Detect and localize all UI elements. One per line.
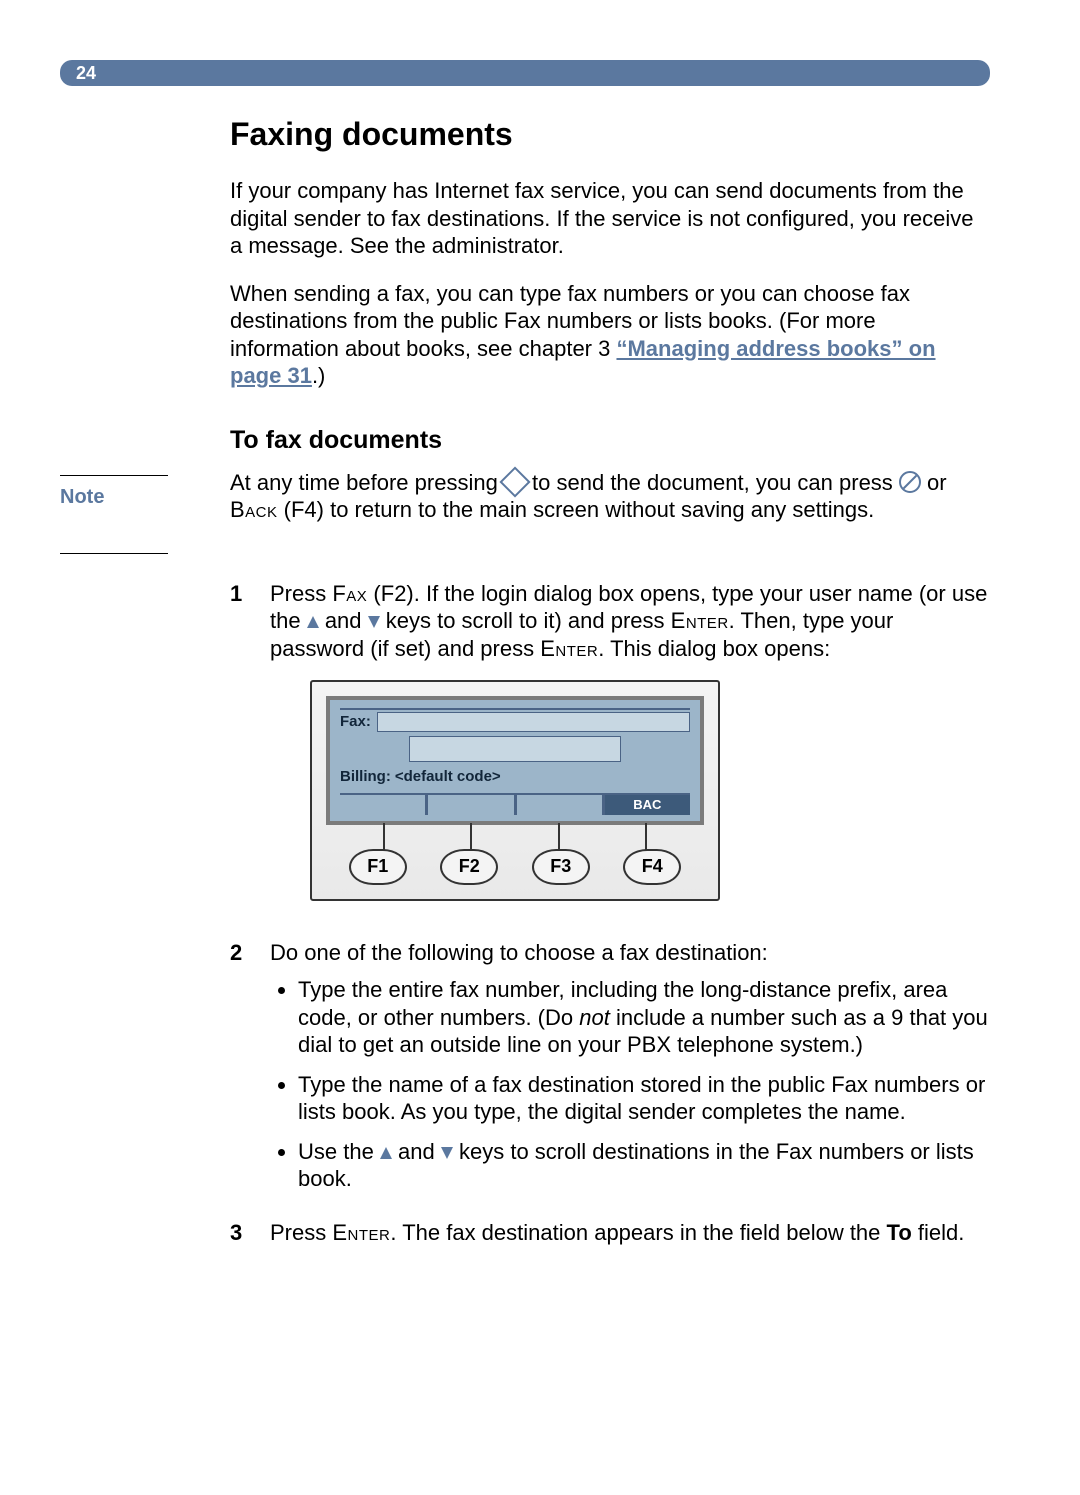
up-arrow-icon <box>307 616 319 628</box>
down-arrow-icon <box>441 1147 453 1159</box>
fax-key-label: Fax <box>332 581 367 606</box>
lcd-billing-label: Billing: <box>340 768 391 787</box>
f3-button: F3 <box>532 849 590 885</box>
fn-slot-3 <box>514 795 602 815</box>
fn-slot-2 <box>425 795 513 815</box>
step-2: 2 Do one of the following to choose a fa… <box>230 939 990 1205</box>
page-header: 24 <box>60 60 990 86</box>
down-arrow-icon <box>368 616 380 628</box>
up-arrow-icon <box>380 1147 392 1159</box>
f2-button: F2 <box>440 849 498 885</box>
enter-key-label: Enter <box>540 636 598 661</box>
lcd-billing-value: <default code> <box>395 768 501 787</box>
page-number: 24 <box>76 63 96 84</box>
cancel-icon <box>899 471 921 493</box>
step-3: 3 Press Enter. The fax destination appea… <box>230 1219 990 1247</box>
fn-slot-bac: BAC <box>602 795 690 815</box>
enter-key-label: Enter <box>332 1220 390 1245</box>
note-body: At any time before pressing to send the … <box>230 469 990 524</box>
intro-paragraph-2: When sending a fax, you can type fax num… <box>230 280 990 390</box>
enter-key-label: Enter <box>671 608 729 633</box>
bullet-type-name: Type the name of a fax destination store… <box>298 1071 990 1126</box>
f4-button: F4 <box>623 849 681 885</box>
lcd-destination-box <box>409 736 621 762</box>
note-label: Note <box>60 475 168 554</box>
step-1: 1 Press Fax (F2). If the login dialog bo… <box>230 580 990 925</box>
lcd-fax-input <box>377 712 690 732</box>
bullet-use-arrows: Use the and keys to scroll destinations … <box>298 1138 990 1193</box>
fn-slot-1 <box>340 795 425 815</box>
page-title: Faxing documents <box>230 116 990 153</box>
lcd-fax-label: Fax: <box>340 713 371 732</box>
device-diagram: Fax: Billing: <default code> <box>310 680 720 901</box>
back-key-label: Back <box>230 497 278 522</box>
bullet-type-number: Type the entire fax number, including th… <box>298 976 990 1059</box>
intro-paragraph-1: If your company has Internet fax service… <box>230 177 990 260</box>
f1-button: F1 <box>349 849 407 885</box>
subhead-to-fax-documents: To fax documents <box>230 426 990 455</box>
